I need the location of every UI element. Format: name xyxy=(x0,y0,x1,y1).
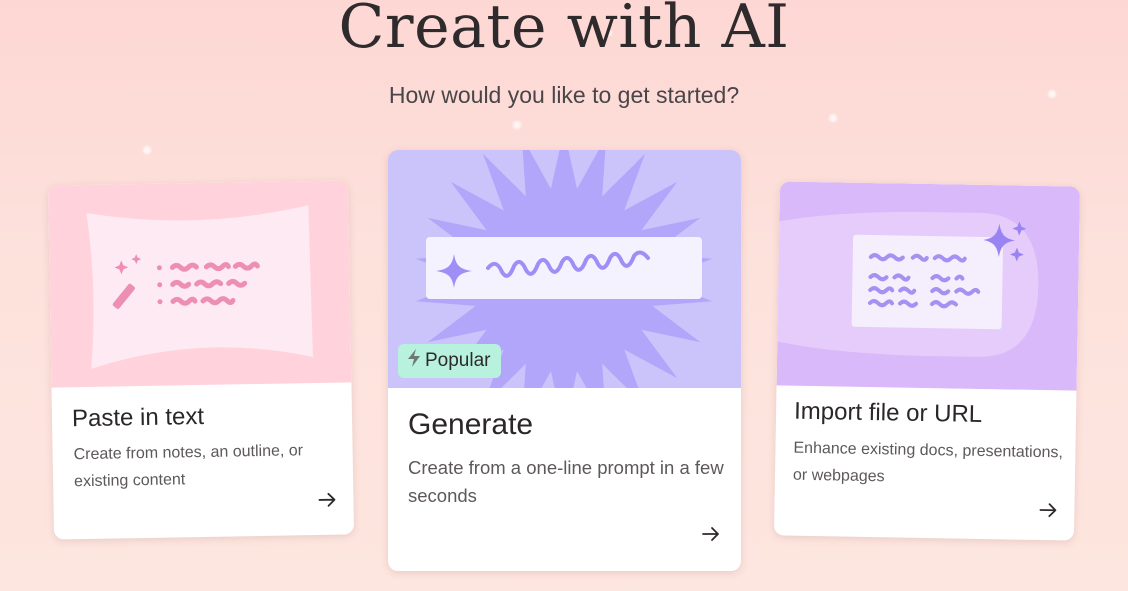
import-card-title: Import file or URL xyxy=(793,397,983,428)
paste-card-title: Paste in text xyxy=(71,402,205,433)
import-card-description: Enhance existing docs, presentations, or… xyxy=(792,439,1064,486)
import-file-card[interactable]: Import file or URL Enhance existing docs… xyxy=(773,181,1081,541)
page-subtitle: How would you like to get started? xyxy=(388,82,740,108)
arrow-right-icon[interactable] xyxy=(699,522,723,546)
popular-badge-label: Popular xyxy=(425,350,491,371)
lightning-icon xyxy=(406,348,422,374)
popular-badge: Popular xyxy=(398,344,501,378)
decorative-dot xyxy=(829,114,837,122)
paste-card-description: Create from notes, an outline, or existi… xyxy=(73,442,304,491)
decorative-dot xyxy=(143,146,151,154)
arrow-right-icon[interactable] xyxy=(1036,498,1060,522)
generate-card-description: Create from a one-line prompt in a few s… xyxy=(408,457,724,506)
generate-card[interactable]: Popular Generate Create from a one-line … xyxy=(388,150,741,571)
import-illustration xyxy=(776,181,1081,391)
paste-in-text-card[interactable]: Paste in text Create from notes, an outl… xyxy=(47,180,355,540)
decorative-dot xyxy=(513,121,521,129)
page-title: Create with AI xyxy=(338,0,790,62)
generate-card-title: Generate xyxy=(408,408,534,441)
arrow-right-icon[interactable] xyxy=(315,488,339,512)
paste-illustration xyxy=(47,180,352,388)
